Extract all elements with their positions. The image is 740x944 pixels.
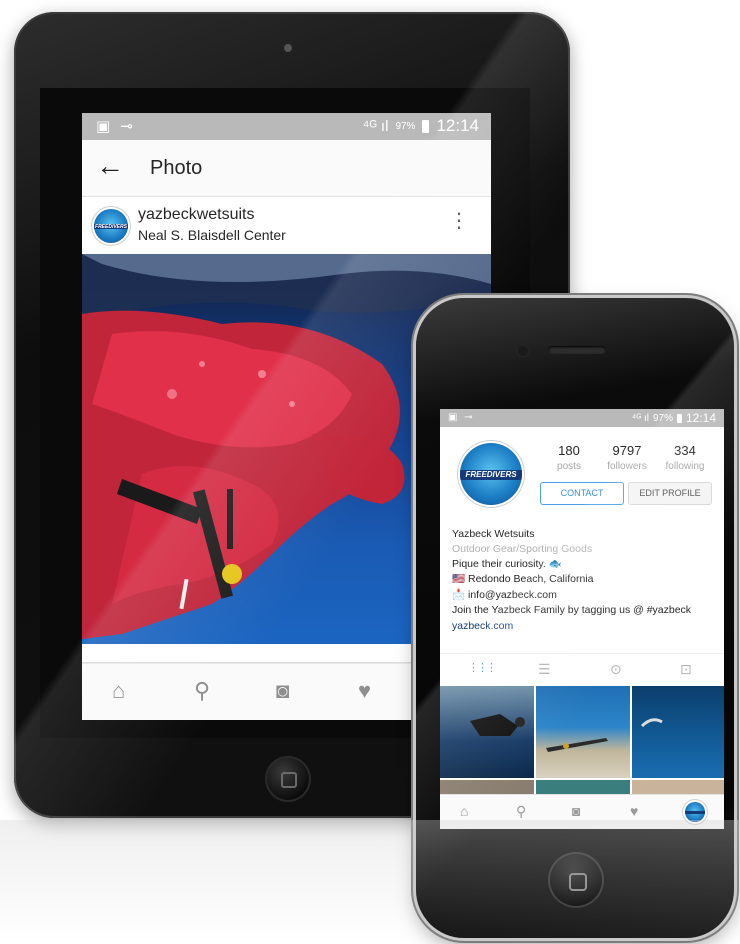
camera-icon[interactable]: ◙	[276, 678, 289, 704]
more-options-icon[interactable]: ⋮	[449, 211, 469, 231]
post-username[interactable]: yazbeckwetsuits	[138, 206, 255, 224]
status-time: 12:14	[685, 411, 716, 425]
post-location[interactable]: Neal S. Blaisdell Center	[138, 227, 286, 243]
post-header: FREEDIVERS yazbeckwetsuits Neal S. Blais…	[82, 197, 491, 254]
bio-line: 🇺🇸 Redondo Beach, California	[452, 573, 594, 585]
status-time: 12:14	[436, 116, 479, 135]
grid-photo[interactable]	[536, 686, 630, 778]
contact-button[interactable]: CONTACT	[540, 482, 624, 505]
bio-line: 📩 info@yazbeck.com	[452, 589, 557, 601]
back-arrow-icon[interactable]: ←	[96, 150, 124, 182]
signal-icon: ⁴ᴳ ıl	[631, 412, 649, 424]
profile-avatar[interactable]: FREEDIVERS	[460, 443, 522, 505]
heart-icon[interactable]: ♥	[358, 678, 371, 704]
home-icon[interactable]: ⌂	[112, 678, 125, 704]
battery-percent: 97%	[395, 120, 416, 132]
tablet-status-bar: ▣ ⊸ ⁴ᴳ ıl 97% 12:14	[82, 113, 491, 140]
bio-line: Join the Yazbeck Family by tagging us @ …	[452, 604, 692, 616]
profile-tabs: ⋮⋮⋮ ☰ ⊙ ⊡	[440, 653, 724, 686]
edit-profile-button[interactable]: EDIT PROFILE	[628, 482, 712, 505]
profile-screen: FREEDIVERS 180 posts 9797 followers 334 …	[440, 427, 724, 827]
signal-icon: ⁴ᴳ ıl	[362, 117, 389, 135]
status-notification-icons: ▣ ⊸	[448, 412, 475, 423]
tablet-front-camera	[284, 44, 292, 52]
battery-icon	[676, 413, 682, 423]
status-notification-icons: ▣ ⊸	[96, 118, 136, 135]
floor-reflection	[0, 820, 740, 944]
phone-front-camera	[518, 346, 528, 356]
grid-photo[interactable]	[440, 686, 534, 778]
stat-following[interactable]: 334 following	[656, 443, 714, 472]
search-icon[interactable]: ⚲	[194, 678, 210, 704]
tagged-icon[interactable]: ⊡	[680, 661, 692, 678]
tablet-home-button[interactable]	[265, 756, 311, 802]
camera-icon[interactable]: ◙	[572, 803, 580, 819]
post-avatar[interactable]: FREEDIVERS	[94, 209, 128, 243]
stat-followers[interactable]: 9797 followers	[598, 443, 656, 472]
profile-category: Outdoor Gear/Sporting Goods	[452, 543, 593, 555]
page-title: Photo	[150, 157, 203, 179]
photo-grid	[440, 686, 724, 806]
profile-tab-avatar[interactable]	[685, 802, 705, 822]
battery-icon	[422, 119, 430, 133]
list-view-icon[interactable]: ☰	[538, 661, 551, 678]
search-icon[interactable]: ⚲	[516, 803, 526, 820]
profile-website-link[interactable]: yazbeck.com	[452, 619, 720, 635]
battery-percent: 97%	[652, 412, 673, 424]
bio-line: Pique their curiosity. 🐟	[452, 558, 562, 570]
phone-speaker	[548, 346, 606, 354]
grid-photo[interactable]	[632, 686, 724, 778]
tablet-app-header: ← Photo	[82, 140, 491, 197]
home-icon[interactable]: ⌂	[460, 803, 468, 819]
stat-posts[interactable]: 180 posts	[540, 443, 598, 472]
location-icon[interactable]: ⊙	[610, 661, 622, 678]
grid-view-icon[interactable]: ⋮⋮⋮	[468, 661, 497, 674]
profile-name: Yazbeck Wetsuits	[452, 528, 535, 540]
phone-status-bar: ▣ ⊸ ⁴ᴳ ıl 97% 12:14	[440, 409, 724, 427]
heart-icon[interactable]: ♥	[630, 803, 638, 819]
